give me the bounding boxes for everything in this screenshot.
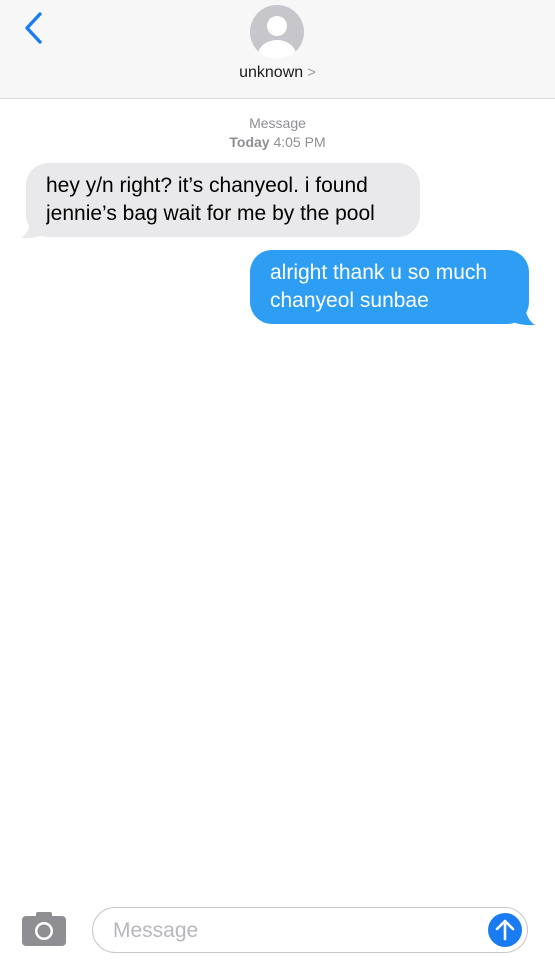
conversation-meta: Message Today 4:05 PM [0, 114, 555, 152]
person-silhouette-icon [258, 16, 296, 59]
message-line: alright thank u so much [270, 261, 488, 284]
message-input[interactable]: Message [92, 907, 528, 953]
message-line: hey y/n right? it’s chanyeol. i found [46, 174, 368, 197]
timestamp: Today 4:05 PM [0, 133, 555, 152]
message-line: jennie’s bag wait for me by the pool [46, 202, 375, 225]
contact-avatar[interactable] [250, 5, 304, 59]
time-label: 4:05 PM [273, 134, 326, 150]
outgoing-bubble-tail [510, 299, 535, 326]
message-line: chanyeol sunbae [270, 289, 429, 312]
send-button[interactable] [488, 913, 522, 947]
camera-icon [22, 912, 66, 946]
incoming-message-bubble[interactable]: hey y/n right? it’s chanyeol. i found je… [26, 163, 420, 237]
service-label: Message [249, 115, 306, 131]
date-label: Today [229, 134, 270, 150]
message-input-placeholder: Message [113, 919, 199, 942]
chevron-left-icon [25, 12, 42, 44]
conversation-header: unknown > [0, 0, 555, 99]
contact-name: unknown [239, 64, 304, 81]
contact-name-button[interactable]: unknown > [0, 64, 555, 82]
incoming-bubble-tail [21, 212, 46, 239]
back-button[interactable] [16, 8, 50, 48]
arrow-up-icon [495, 919, 515, 941]
outgoing-message-bubble[interactable]: alright thank u so much chanyeol sunbae [250, 250, 529, 324]
camera-button[interactable] [22, 911, 66, 947]
chevron-right-icon: > [307, 64, 316, 81]
